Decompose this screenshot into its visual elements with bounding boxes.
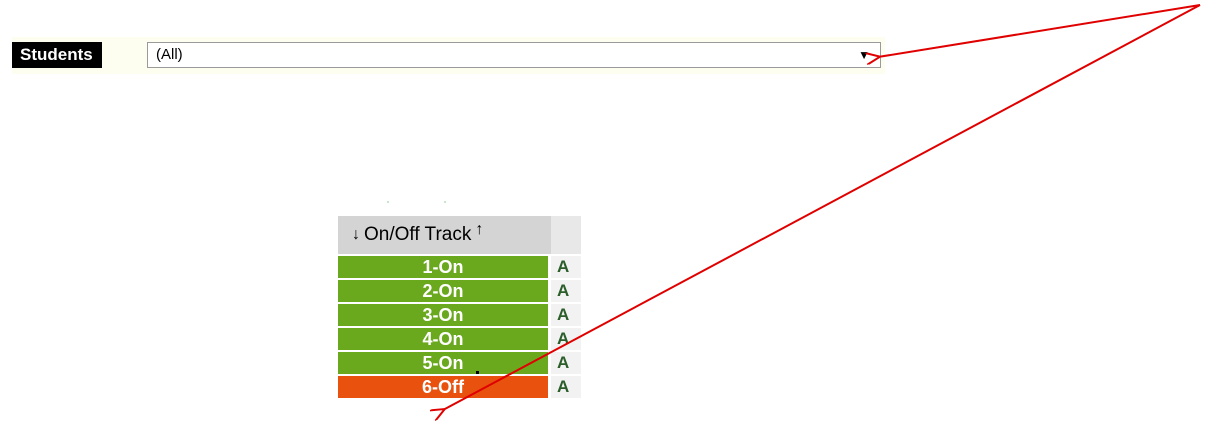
stray-mark <box>444 201 446 203</box>
stray-mark <box>476 371 479 374</box>
stray-mark <box>387 201 389 203</box>
decorative-marks <box>387 201 479 374</box>
